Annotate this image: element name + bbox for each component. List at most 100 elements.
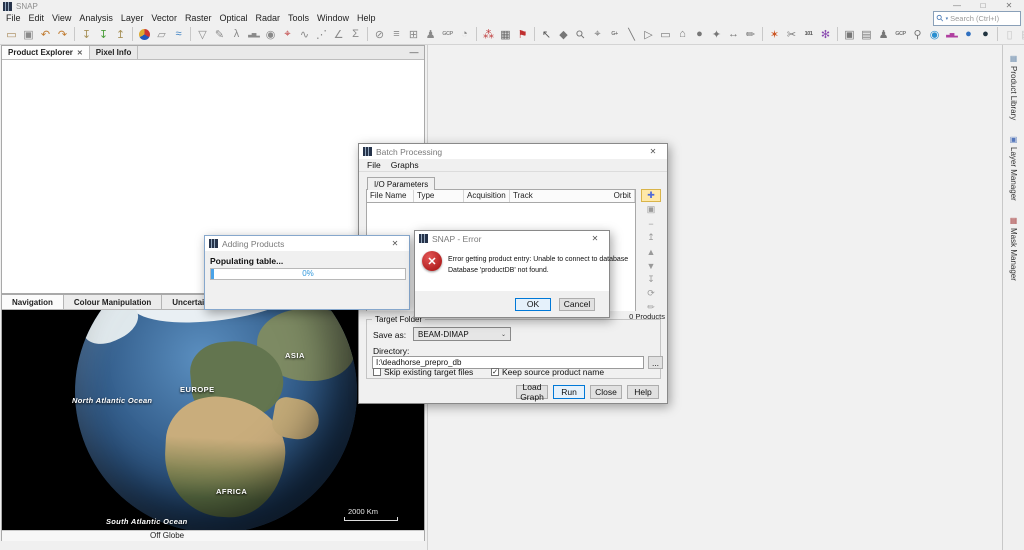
layers-person-icon[interactable]: ▤: [858, 25, 875, 44]
move-down-button[interactable]: ▼: [641, 259, 661, 272]
scatter-plot-icon[interactable]: ⋰: [313, 25, 330, 44]
adding-dialog-titlebar[interactable]: Adding Products ✕: [205, 236, 409, 251]
gcp-person-icon[interactable]: GCP: [892, 25, 909, 44]
tie-point-grid-icon[interactable]: ⊞: [405, 25, 422, 44]
spectrum-icon[interactable]: ∿: [296, 25, 313, 44]
menu-tools[interactable]: Tools: [284, 13, 313, 23]
menu-help[interactable]: Help: [353, 13, 380, 23]
sigma-icon[interactable]: Σ: [347, 25, 364, 44]
pencil-tool-icon[interactable]: ✏: [742, 25, 759, 44]
pin-manager-icon[interactable]: ♟: [422, 25, 439, 44]
add-product-button[interactable]: ✚: [641, 189, 661, 202]
close-batch-button[interactable]: Close: [590, 385, 622, 399]
move-top-button[interactable]: ↥: [641, 231, 661, 244]
metadata-edit-icon[interactable]: ✎: [211, 25, 228, 44]
gcp-tool-icon[interactable]: G+: [606, 25, 623, 44]
tile-rows-icon[interactable]: ▤: [1018, 25, 1024, 44]
export-product-icon[interactable]: ↥: [112, 25, 129, 44]
close-icon[interactable]: ✕: [643, 147, 663, 156]
geo-info-icon[interactable]: λ: [228, 25, 245, 44]
ok-button[interactable]: OK: [515, 298, 551, 311]
statistics-icon[interactable]: ▃▅▂: [245, 25, 262, 44]
mask-polygon-icon[interactable]: ▽: [194, 25, 211, 44]
menu-file[interactable]: File: [2, 13, 25, 23]
move-up-button[interactable]: ▲: [641, 245, 661, 258]
polyline-tool-icon[interactable]: ▷: [640, 25, 657, 44]
mosaic-icon[interactable]: ⊘: [371, 25, 388, 44]
browse-button[interactable]: ...: [648, 356, 663, 369]
band-stack-icon[interactable]: ≡: [388, 25, 405, 44]
measure-tool-icon[interactable]: ↔: [725, 25, 742, 44]
import-vector-icon[interactable]: ↧: [95, 25, 112, 44]
copy-product-button[interactable]: ▣: [641, 203, 661, 216]
search-person-icon[interactable]: ⚲: [909, 25, 926, 44]
save-as-combo[interactable]: BEAM-DIMAP ⌄: [413, 327, 511, 341]
magic-wand-icon[interactable]: ✦: [708, 25, 725, 44]
tab-mask-manager[interactable]: ▦ Mask Manager: [1003, 212, 1024, 286]
selection-tool-icon[interactable]: ↖: [538, 25, 555, 44]
menu-raster[interactable]: Raster: [181, 13, 216, 23]
remove-product-button[interactable]: −: [641, 217, 661, 230]
menu-analysis[interactable]: Analysis: [75, 13, 117, 23]
menu-vector[interactable]: Vector: [147, 13, 181, 23]
batch-menu-graphs[interactable]: Graphs: [386, 160, 424, 170]
sar-simulation-icon[interactable]: ♟: [875, 25, 892, 44]
cluster-icon[interactable]: ✻: [817, 25, 834, 44]
tab-product-library[interactable]: ▦ Product Library: [1003, 50, 1024, 125]
undo-icon[interactable]: ↶: [37, 25, 54, 44]
placemark-icon[interactable]: ⌖: [279, 25, 296, 44]
close-tab-icon[interactable]: ✕: [77, 49, 83, 57]
colour-histogram-icon[interactable]: ▃▅▂: [943, 25, 960, 44]
menu-window[interactable]: Window: [313, 13, 353, 23]
column-header[interactable]: Orbit: [611, 190, 635, 202]
world-window-icon[interactable]: ◉: [262, 25, 279, 44]
product-stack-icon[interactable]: ▣: [20, 25, 37, 44]
menu-edit[interactable]: Edit: [25, 13, 49, 23]
search-input[interactable]: ⚲ ▾ Search (Ctrl+I): [933, 11, 1021, 26]
tab-navigation[interactable]: Navigation: [2, 295, 64, 309]
keep-source-checkbox[interactable]: ✓ Keep source product name: [491, 367, 604, 377]
globe-dark-icon[interactable]: ●: [977, 25, 994, 44]
polygon-tool-icon[interactable]: ⌂: [674, 25, 691, 44]
import-product-icon[interactable]: ↧: [78, 25, 95, 44]
session-icon[interactable]: ▱: [153, 25, 170, 44]
run-button[interactable]: Run: [553, 385, 585, 399]
column-header[interactable]: File Name: [367, 190, 414, 202]
line-tool-icon[interactable]: ╲: [623, 25, 640, 44]
tab-product-explorer[interactable]: Product Explorer ✕: [2, 46, 90, 59]
error-dialog-titlebar[interactable]: SNAP - Error ✕: [415, 231, 609, 246]
batch-menu-file[interactable]: File: [362, 160, 386, 170]
tab-colour-manipulation[interactable]: Colour Manipulation: [64, 295, 162, 309]
cancel-button[interactable]: Cancel: [559, 298, 595, 311]
tab-layer-manager[interactable]: ▣ Layer Manager: [1003, 131, 1024, 206]
star-icon[interactable]: ✶: [766, 25, 783, 44]
open-product-icon[interactable]: ▭: [3, 25, 20, 44]
rectangle-tool-icon[interactable]: ▭: [657, 25, 674, 44]
menu-radar[interactable]: Radar: [251, 13, 284, 23]
ocean-wave-icon[interactable]: ≈: [170, 25, 187, 44]
load-graph-button[interactable]: Load Graph: [516, 385, 548, 399]
eye-icon[interactable]: ◉: [926, 25, 943, 44]
column-header[interactable]: Acquisition: [464, 190, 510, 202]
help-button[interactable]: Help: [627, 385, 659, 399]
split-xy-icon[interactable]: ✂: [783, 25, 800, 44]
redo-icon[interactable]: ↷: [54, 25, 71, 44]
ellipse-tool-icon[interactable]: ●: [691, 25, 708, 44]
batch-processing-icon[interactable]: ▦: [497, 25, 514, 44]
graph-builder-icon[interactable]: ⁂: [480, 25, 497, 44]
tab-io-parameters[interactable]: I/O Parameters: [367, 177, 435, 190]
quicklook-icon[interactable]: ⚑: [514, 25, 531, 44]
batch-dialog-titlebar[interactable]: Batch Processing ✕: [359, 144, 667, 159]
close-icon[interactable]: ✕: [385, 239, 405, 248]
binary-icon[interactable]: 101: [800, 25, 817, 44]
column-header[interactable]: Type: [414, 190, 464, 202]
skip-existing-checkbox[interactable]: Skip existing target files: [373, 367, 473, 377]
rgb-image-icon[interactable]: [139, 29, 150, 40]
menu-view[interactable]: View: [48, 13, 75, 23]
globe-blue-icon[interactable]: ●: [960, 25, 977, 44]
profile-plot-icon[interactable]: ∠: [330, 25, 347, 44]
move-bottom-button[interactable]: ↧: [641, 273, 661, 286]
orbit-icon[interactable]: ◔: [456, 25, 473, 44]
close-icon[interactable]: ✕: [585, 234, 605, 243]
gcp-manager-icon[interactable]: GCP: [439, 25, 456, 44]
